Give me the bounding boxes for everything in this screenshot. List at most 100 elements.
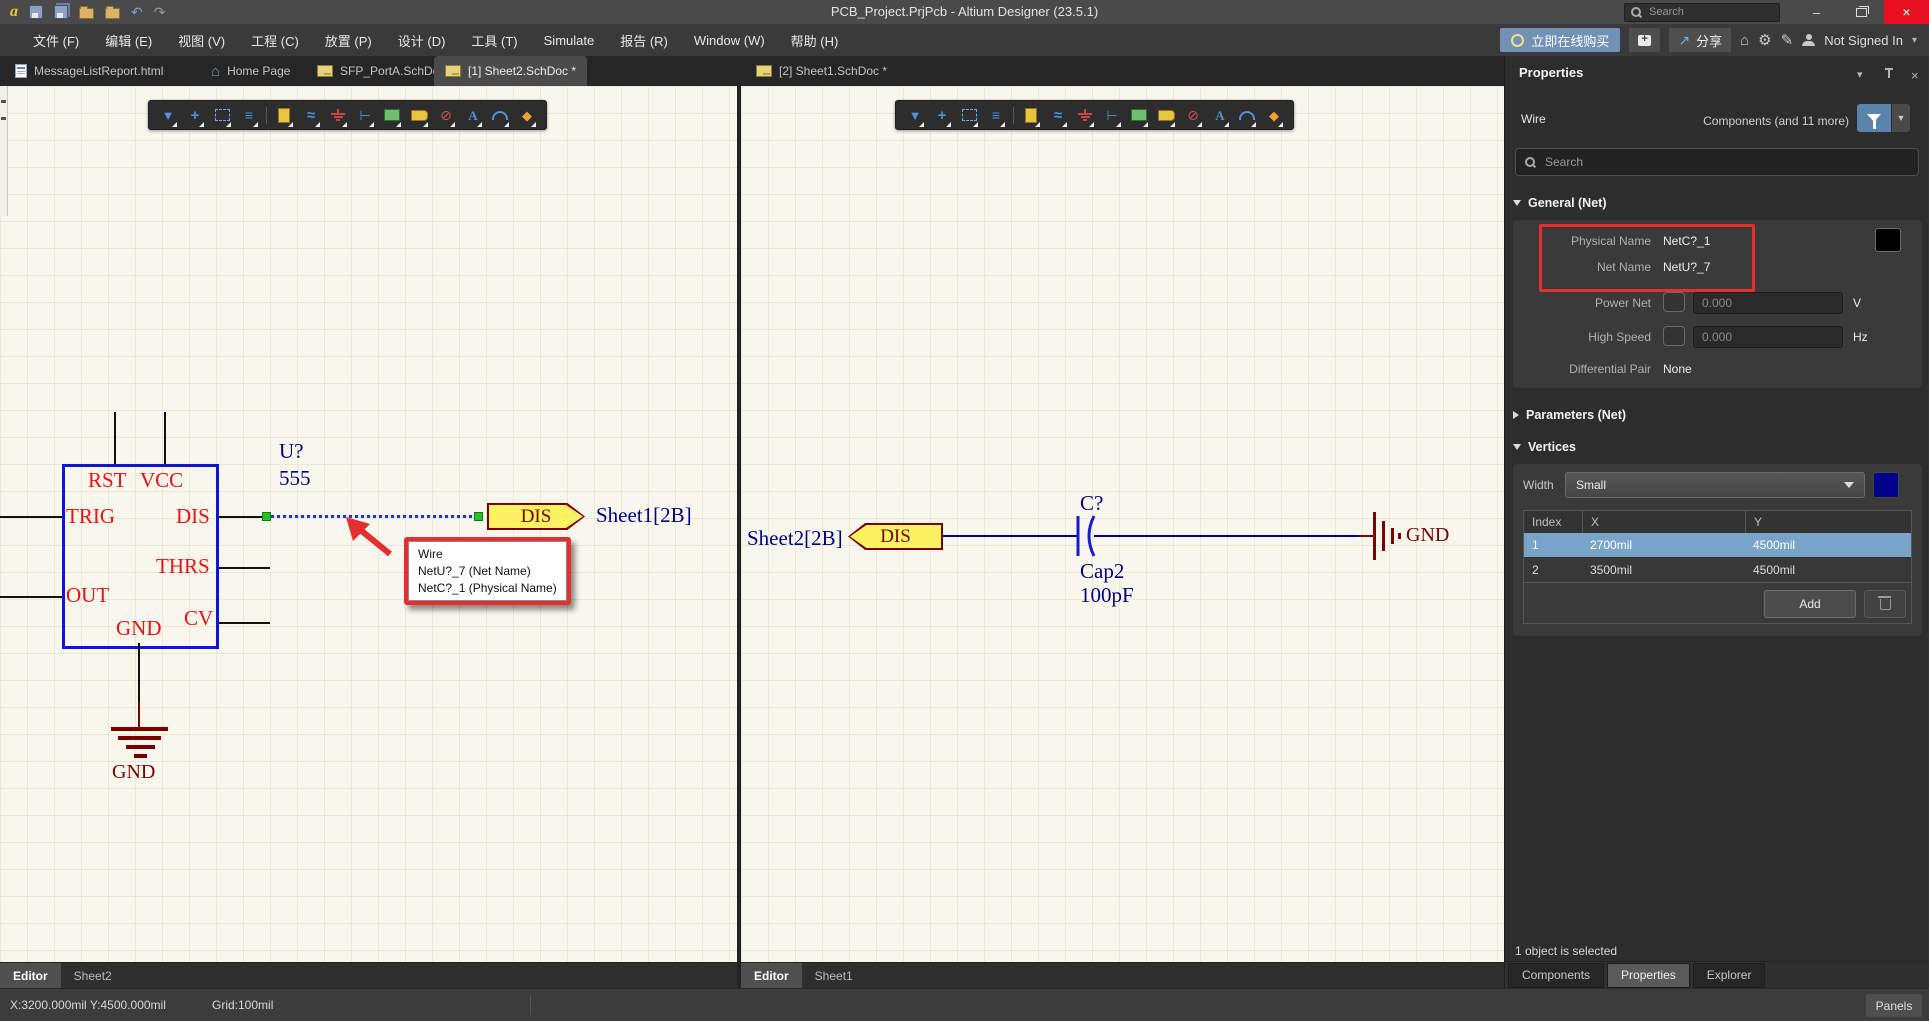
high-speed-checkbox[interactable] xyxy=(1663,326,1685,346)
restore-button[interactable] xyxy=(1839,0,1884,24)
global-search-box[interactable] xyxy=(1624,3,1780,22)
tab-sheet2[interactable]: Sheet2 xyxy=(61,963,125,988)
no-erc-icon[interactable]: ⊘ xyxy=(436,102,456,128)
width-dropdown[interactable]: Small xyxy=(1565,472,1865,498)
capacitor-comment[interactable]: Cap2 xyxy=(1080,561,1124,582)
share-button[interactable]: ↗ 分享 xyxy=(1669,28,1731,52)
power-net-input[interactable] xyxy=(1693,292,1843,314)
menu-tools[interactable]: 工具 (T) xyxy=(458,24,530,56)
redo-icon[interactable]: ↷ xyxy=(154,5,166,19)
filter-icon[interactable]: ▼ xyxy=(905,102,925,128)
gnd-pin-wire[interactable] xyxy=(138,643,140,702)
place-arc-icon[interactable] xyxy=(1237,102,1257,128)
pin-rst-wire[interactable] xyxy=(114,412,116,464)
place-junction-icon[interactable]: ◆ xyxy=(517,102,537,128)
align-icon[interactable]: ≡ xyxy=(986,102,1006,128)
panel-close-icon[interactable]: × xyxy=(1911,68,1919,83)
rect-select-icon[interactable] xyxy=(959,102,979,128)
sign-in-label[interactable]: Not Signed In xyxy=(1824,33,1903,48)
parameters-section-header[interactable]: Parameters (Net) xyxy=(1513,408,1626,422)
save-all-icon[interactable] xyxy=(54,5,68,19)
wire-cap-to-gnd[interactable] xyxy=(1094,535,1359,537)
place-wire-icon[interactable]: ≈ xyxy=(1048,102,1068,128)
filter-dropdown-button[interactable]: ▾ xyxy=(1892,104,1910,132)
menu-help[interactable]: 帮助 (H) xyxy=(778,24,852,56)
gear-icon[interactable]: ⚙ xyxy=(1758,33,1771,48)
sheet2-editor-pane[interactable]: ▼ + ≡ ≈ ⊢ ⊘ A ◆ RST VCC TRIG DIS THRS xyxy=(0,86,737,988)
properties-search-box[interactable] xyxy=(1515,148,1919,176)
tab-explorer[interactable]: Explorer xyxy=(1693,963,1766,988)
sign-in-caret-icon[interactable]: ▾ xyxy=(1912,35,1917,46)
buy-online-button[interactable]: 立即在线购买 xyxy=(1500,28,1620,52)
search-input[interactable] xyxy=(1647,5,1773,19)
menu-design[interactable]: 设计 (D) xyxy=(385,24,459,56)
place-tag-icon[interactable] xyxy=(409,102,429,128)
minimize-button[interactable]: – xyxy=(1794,0,1839,24)
place-ground-icon[interactable] xyxy=(1075,102,1095,128)
wire-vertex-1[interactable] xyxy=(262,512,271,521)
undo-icon[interactable]: ↶ xyxy=(131,5,143,19)
wire-color-swatch[interactable] xyxy=(1873,472,1899,498)
port-dis[interactable]: DIS xyxy=(848,523,943,550)
rect-select-icon[interactable] xyxy=(212,102,232,128)
sheet1-editor-pane[interactable]: ▼ + ≡ ≈ ⊢ ⊘ A ◆ Sheet2[2B] DIS C? Cap2 xyxy=(741,86,1504,988)
tab-editor[interactable]: Editor xyxy=(0,963,61,988)
general-section-header[interactable]: General (Net) xyxy=(1513,196,1607,210)
table-row[interactable]: 2 3500mil 4500mil xyxy=(1524,557,1911,582)
no-erc-icon[interactable]: ⊘ xyxy=(1183,102,1203,128)
filter-button[interactable] xyxy=(1857,104,1891,132)
place-text-icon[interactable]: A xyxy=(1210,102,1230,128)
panels-button[interactable]: Panels xyxy=(1866,994,1922,1017)
save-icon[interactable] xyxy=(29,5,43,19)
pin-dis-stub[interactable] xyxy=(219,516,266,518)
menu-reports[interactable]: 报告 (R) xyxy=(607,24,681,56)
open-icon[interactable] xyxy=(79,8,94,19)
high-speed-input[interactable] xyxy=(1693,326,1843,348)
place-text-icon[interactable]: A xyxy=(463,102,483,128)
comment-button[interactable] xyxy=(1629,28,1660,52)
wire-port-to-cap[interactable] xyxy=(943,535,1078,537)
delete-vertex-button[interactable] xyxy=(1864,590,1906,618)
panel-pin-icon[interactable] xyxy=(1885,68,1893,78)
pin-out-wire[interactable] xyxy=(0,596,62,598)
tab-properties[interactable]: Properties xyxy=(1607,963,1690,988)
home-icon[interactable]: ⌂ xyxy=(1740,33,1749,48)
place-part-icon[interactable] xyxy=(274,102,294,128)
menu-simulate[interactable]: Simulate xyxy=(531,24,608,56)
menu-project[interactable]: 工程 (C) xyxy=(238,24,312,56)
power-net-checkbox[interactable] xyxy=(1663,292,1685,312)
capacitor-value[interactable]: 100pF xyxy=(1080,585,1134,606)
add-vertex-button[interactable]: Add xyxy=(1764,590,1856,618)
place-sheet-symbol-icon[interactable] xyxy=(1129,102,1149,128)
tab-sheet1[interactable]: Sheet1 xyxy=(802,963,866,988)
component-comment[interactable]: 555 xyxy=(279,468,311,489)
port-dis[interactable]: DIS xyxy=(487,503,585,530)
tab-components[interactable]: Components xyxy=(1508,963,1604,988)
net-color-swatch[interactable] xyxy=(1875,228,1901,252)
pin-cv-stub[interactable] xyxy=(219,622,270,624)
pin-trig-wire[interactable] xyxy=(0,516,62,518)
menu-window[interactable]: Window (W) xyxy=(681,24,778,56)
filter-scope-label[interactable]: Components (and 11 more) xyxy=(1703,114,1849,128)
place-ground-icon[interactable] xyxy=(328,102,348,128)
component-designator[interactable]: U? xyxy=(279,441,304,462)
open-project-icon[interactable] xyxy=(105,8,120,19)
filter-icon[interactable]: ▼ xyxy=(158,102,178,128)
place-stimulus-icon[interactable]: ⊢ xyxy=(355,102,375,128)
place-junction-icon[interactable]: ◆ xyxy=(1264,102,1284,128)
menu-edit[interactable]: 编辑 (E) xyxy=(92,24,165,56)
doc-tab-home-page[interactable]: ⌂ Home Page xyxy=(200,56,301,86)
pin-thrs-stub[interactable] xyxy=(219,567,270,569)
cross-probe-icon[interactable]: + xyxy=(185,102,205,128)
align-icon[interactable]: ≡ xyxy=(239,102,259,128)
place-arc-icon[interactable] xyxy=(490,102,510,128)
place-stimulus-icon[interactable]: ⊢ xyxy=(1102,102,1122,128)
menu-place[interactable]: 放置 (P) xyxy=(312,24,385,56)
table-row-selected[interactable]: 1 2700mil 4500mil xyxy=(1524,533,1911,557)
doc-tab-message-list-report[interactable]: MessageListReport.html xyxy=(4,56,174,86)
cross-probe-icon[interactable]: + xyxy=(932,102,952,128)
place-tag-icon[interactable] xyxy=(1156,102,1176,128)
capacitor-designator[interactable]: C? xyxy=(1080,493,1103,514)
close-button[interactable]: × xyxy=(1884,0,1929,24)
place-sheet-symbol-icon[interactable] xyxy=(382,102,402,128)
